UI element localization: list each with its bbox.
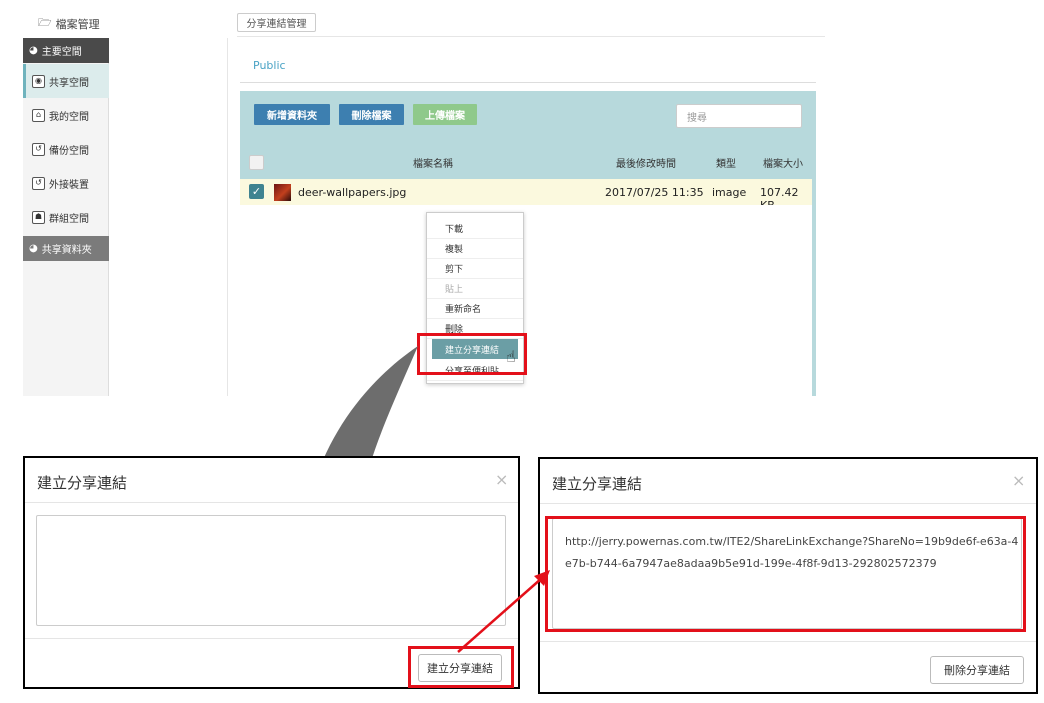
file-manager-label: 檔案管理 [55,17,100,31]
select-all-checkbox[interactable] [249,155,264,170]
dialog-title: 建立分享連結 [552,475,643,493]
sidebar-item-shared-space[interactable]: ◉ 共享空間 [23,64,109,98]
sidebar-item-my-space[interactable]: ⌂ 我的空間 [23,98,109,132]
create-share-link-dialog: 建立分享連結 × 建立分享連結 [23,456,520,689]
dialog-title: 建立分享連結 [37,474,128,492]
pointer-hand-icon: ☝ [506,347,516,366]
sidebar-item-label: 群組空間 [49,213,89,225]
globe-icon: ◉ [32,74,45,88]
column-header-modified[interactable]: 最後修改時間 [616,155,676,170]
pie-chart-icon: ◕ [29,243,38,254]
file-modified: 2017/07/25 11:35 [605,186,704,199]
dialog-header-divider [540,503,1036,504]
upload-file-button[interactable]: 上傳檔案 [413,104,477,125]
history-icon: ↺ [32,142,45,156]
sidebar-item-label: 我的空間 [49,111,89,123]
sidebar-section-label: 主要空間 [41,47,82,58]
column-header-name[interactable]: 檔案名稱 [413,155,453,170]
table-row[interactable]: ✓ deer-wallpapers.jpg 2017/07/25 11:35 i… [240,179,812,212]
column-header-type[interactable]: 類型 [716,155,736,170]
file-manager-title[interactable]: 🗁 檔案管理 [38,14,100,33]
menu-item-download[interactable]: 下載 [427,219,523,239]
share-link-result-dialog: 建立分享連結 × http://jerry.powernas.com.tw/IT… [538,457,1038,694]
menu-item-copy[interactable]: 複製 [427,239,523,259]
folder-icon: 🗁 [38,16,52,29]
group-icon: ☗ [32,210,45,224]
sidebar-section-main-space[interactable]: ◕ 主要空間 [23,38,115,63]
home-icon: ⌂ [32,108,45,122]
pie-chart-icon: ◕ [29,45,38,56]
share-link-management-button[interactable]: 分享連結管理 [237,13,316,32]
sidebar-item-backup-space[interactable]: ↺ 備份空間 [23,132,109,166]
sidebar-item-external-device[interactable]: ↺ 外接裝置 [23,166,109,200]
sidebar-section-label: 共享資料夾 [41,245,92,256]
active-pointer [109,45,115,57]
search-input[interactable]: 搜尋 [676,104,802,128]
new-folder-button[interactable]: 新增資料夾 [254,104,330,125]
column-header-size[interactable]: 檔案大小 [763,155,803,170]
sidebar-item-label: 外接裝置 [49,179,89,191]
menu-item-paste[interactable]: 貼上 [427,279,523,299]
file-thumbnail [274,184,291,201]
sidebar-item-label: 備份空間 [49,145,89,157]
sidebar-item-group-space[interactable]: ☗ 群組空間 [23,200,109,234]
connector-arrow-icon [457,570,550,653]
breadcrumb-divider [240,82,816,83]
delete-file-button[interactable]: 刪除檔案 [339,104,404,125]
menu-item-cut[interactable]: 剪下 [427,259,523,279]
close-icon[interactable]: × [1012,471,1025,490]
share-link-textarea[interactable] [36,515,506,626]
top-divider [237,36,825,37]
dialog-footer-divider [540,641,1036,642]
annotation-highlight-box [545,516,1026,632]
content-divider [227,38,228,396]
file-name: deer-wallpapers.jpg [298,186,407,199]
delete-share-link-button[interactable]: 刪除分享連結 [930,656,1024,684]
file-type: image [712,186,747,199]
sidebar-item-label: 共享空間 [49,77,89,89]
dialog-header-divider [25,502,518,503]
sidebar: ◕ 主要空間 ◉ 共享空間 ⌂ 我的空間 ↺ 備份空間 ↺ 外接裝置 ☗ 群組空… [23,38,115,396]
history-icon: ↺ [32,176,45,190]
sidebar-section-shared-folder[interactable]: ◕ 共享資料夾 [23,236,109,261]
row-checkbox[interactable]: ✓ [249,184,264,199]
menu-item-rename[interactable]: 重新命名 [427,299,523,319]
breadcrumb[interactable]: Public [253,59,286,72]
dialog-footer-divider [25,638,518,639]
close-icon[interactable]: × [495,470,508,489]
